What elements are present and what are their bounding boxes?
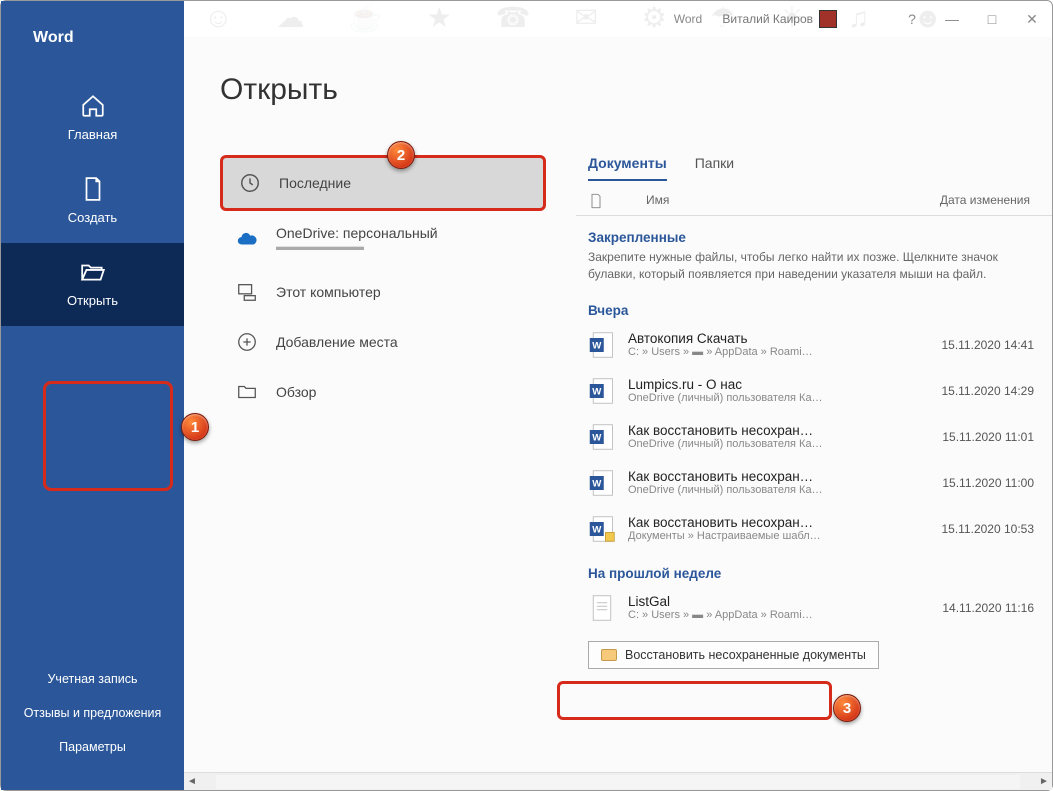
section-pinned-title: Закрепленные: [576, 216, 1052, 249]
recover-button-label: Восстановить несохраненные документы: [625, 648, 866, 662]
source-recent[interactable]: Последние: [220, 155, 546, 211]
svg-text:W: W: [592, 386, 602, 397]
file-path: OneDrive (личный) пользователя Ка…: [628, 484, 930, 496]
file-name: Как восстановить несохран…: [628, 423, 930, 438]
maximize-icon[interactable]: □: [978, 11, 1006, 28]
folder-icon: [601, 649, 617, 661]
file-path: Документы » Настраиваемые шабл…: [628, 530, 929, 542]
source-addplace[interactable]: Добавление места: [220, 317, 546, 367]
scroll-left-icon[interactable]: ◄: [184, 776, 200, 787]
file-date: 15.11.2020 10:53: [941, 522, 1034, 536]
folder-open-icon: [80, 259, 106, 285]
file-row[interactable]: W Как восстановить несохран…Документы » Н…: [576, 506, 1052, 552]
tabs: Документы Папки: [576, 155, 1052, 181]
file-name: ListGal: [628, 594, 930, 609]
user-name: Виталий Каиров: [722, 12, 813, 26]
scroll-right-icon[interactable]: ►: [1036, 776, 1052, 787]
sidebar-item-label: Открыть: [67, 293, 118, 308]
file-path: C: » Users » ▬ » AppData » Roami…: [628, 346, 929, 358]
file-date: 15.11.2020 11:01: [942, 430, 1034, 444]
source-browse[interactable]: Обзор: [220, 367, 546, 417]
svg-text:W: W: [592, 340, 602, 351]
horizontal-scrollbar[interactable]: ◄ ►: [184, 772, 1052, 790]
file-name: Lumpics.ru - О нас: [628, 377, 929, 392]
new-document-icon: [80, 176, 106, 202]
page-title: Открыть: [184, 37, 1052, 127]
sidebar: Word Главная Создать Открыть Учетная зап…: [1, 1, 184, 790]
source-label: Добавление места: [276, 334, 398, 350]
source-label: Обзор: [276, 384, 316, 400]
titlebar: Word Виталий Каиров ? — □ ✕: [184, 1, 1052, 37]
source-onedrive[interactable]: OneDrive: персональный ▬▬▬▬▬▬▬▬: [220, 211, 546, 267]
callout-badge-3: 3: [833, 694, 861, 722]
svg-text:W: W: [592, 432, 602, 443]
clock-icon: [239, 172, 261, 194]
source-label: Последние: [279, 175, 351, 191]
section-pinned-desc: Закрепите нужные файлы, чтобы легко найт…: [576, 249, 1052, 289]
file-name: Как восстановить несохран…: [628, 515, 929, 530]
home-icon: [80, 93, 106, 119]
scroll-track[interactable]: [216, 775, 1020, 789]
user-area[interactable]: Виталий Каиров: [722, 10, 837, 28]
file-date: 15.11.2020 11:00: [942, 476, 1034, 490]
window-title: Word: [674, 12, 702, 26]
section-group-title: Вчера: [576, 289, 1052, 322]
callout-badge-1: 1: [181, 413, 209, 441]
file-row[interactable]: ListGalC: » Users » ▬ » AppData » Roami……: [576, 585, 1052, 631]
file-path: C: » Users » ▬ » AppData » Roami…: [628, 609, 930, 621]
file-name: Как восстановить несохран…: [628, 469, 930, 484]
avatar[interactable]: [819, 10, 837, 28]
file-date: 15.11.2020 14:29: [941, 384, 1034, 398]
file-row[interactable]: W Как восстановить несохран…OneDrive (лич…: [576, 414, 1052, 460]
file-name: Автокопия Скачать: [628, 331, 929, 346]
content-pane: Документы Папки Имя Дата изменения Закре…: [576, 155, 1052, 770]
help-icon[interactable]: ?: [898, 11, 926, 28]
sidebar-item-home[interactable]: Главная: [1, 77, 184, 160]
folder-icon: [236, 381, 258, 403]
add-place-icon: [236, 331, 258, 353]
file-date: 14.11.2020 11:16: [942, 601, 1034, 615]
sidebar-item-create[interactable]: Создать: [1, 160, 184, 243]
callout-badge-2: 2: [387, 141, 415, 169]
main: Открыть Последние OneDrive: персональный…: [184, 37, 1052, 790]
column-date[interactable]: Дата изменения: [940, 193, 1030, 209]
minimize-icon[interactable]: —: [938, 11, 966, 28]
svg-text:W: W: [592, 478, 602, 489]
source-thispc[interactable]: Этот компьютер: [220, 267, 546, 317]
brand: Word: [1, 1, 184, 77]
sidebar-item-open[interactable]: Открыть: [1, 243, 184, 326]
sidebar-link-feedback[interactable]: Отзывы и предложения: [1, 696, 184, 730]
document-icon: [588, 193, 604, 209]
tab-folders[interactable]: Папки: [695, 155, 734, 181]
sidebar-link-options[interactable]: Параметры: [1, 730, 184, 764]
source-label: Этот компьютер: [276, 284, 381, 300]
file-path: OneDrive (личный) пользователя Ка…: [628, 392, 929, 404]
recover-button-wrap: Восстановить несохраненные документы: [576, 631, 1052, 669]
source-label: OneDrive: персональный: [276, 225, 438, 241]
list-header: Имя Дата изменения: [576, 181, 1052, 216]
file-path: OneDrive (личный) пользователя Ка…: [628, 438, 930, 450]
file-row[interactable]: W Автокопия СкачатьC: » Users » ▬ » AppDa…: [576, 322, 1052, 368]
sidebar-item-label: Главная: [68, 127, 117, 142]
file-row[interactable]: W Lumpics.ru - О насOneDrive (личный) пол…: [576, 368, 1052, 414]
source-list: Последние OneDrive: персональный ▬▬▬▬▬▬▬…: [220, 155, 546, 417]
cloud-icon: [236, 228, 258, 250]
tab-documents[interactable]: Документы: [588, 155, 667, 181]
close-icon[interactable]: ✕: [1018, 11, 1046, 28]
recover-unsaved-button[interactable]: Восстановить несохраненные документы: [588, 641, 879, 669]
source-sublabel: ▬▬▬▬▬▬▬▬: [276, 241, 438, 253]
sidebar-link-account[interactable]: Учетная запись: [1, 662, 184, 696]
section-group-title: На прошлой неделе: [576, 552, 1052, 585]
svg-text:W: W: [592, 524, 602, 535]
computer-icon: [236, 281, 258, 303]
file-date: 15.11.2020 14:41: [941, 338, 1034, 352]
sidebar-item-label: Создать: [68, 210, 117, 225]
column-name[interactable]: Имя: [646, 193, 669, 209]
file-row[interactable]: W Как восстановить несохран…OneDrive (лич…: [576, 460, 1052, 506]
